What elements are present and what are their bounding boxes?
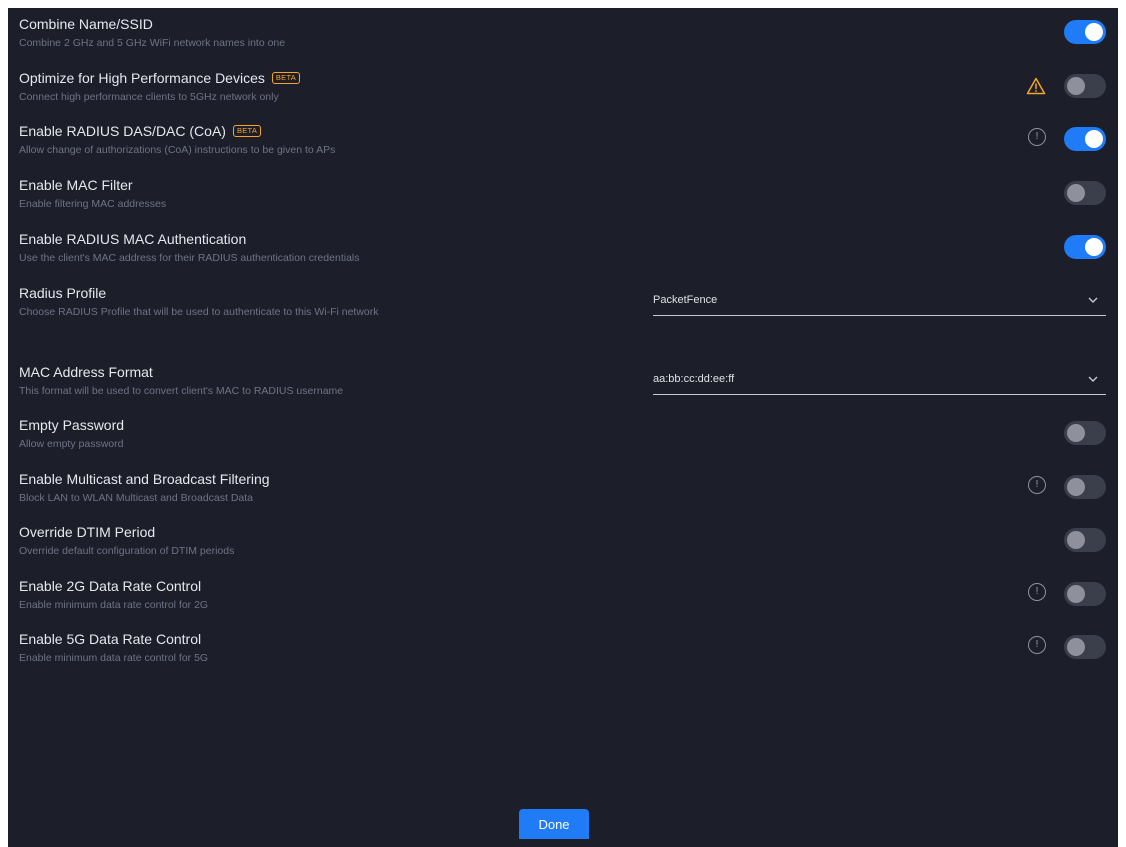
setting-description: Override default configuration of DTIM p…: [19, 545, 235, 557]
chevron-down-icon: [1088, 297, 1098, 303]
setting-title: Enable MAC Filter: [19, 177, 133, 193]
combine-name-ssid-toggle[interactable]: [1064, 20, 1106, 44]
toggle-knob: [1085, 23, 1103, 41]
setting-description: Allow change of authorizations (CoA) ins…: [19, 144, 336, 156]
beta-badge: BETA: [271, 72, 301, 84]
setting-description: Enable minimum data rate control for 5G: [19, 652, 209, 664]
setting-description: This format will be used to convert clie…: [19, 385, 344, 397]
selected-value: PacketFence: [653, 294, 718, 306]
setting-title: Combine Name/SSID: [19, 16, 153, 32]
setting-description: Combine 2 GHz and 5 GHz WiFi network nam…: [19, 37, 286, 49]
setting-description: Choose RADIUS Profile that will be used …: [19, 306, 379, 318]
selected-value: aa:bb:cc:dd:ee:ff: [653, 373, 735, 385]
toggle-knob: [1067, 638, 1085, 656]
setting-title: Enable Multicast and Broadcast Filtering: [19, 471, 270, 487]
toggle-knob: [1067, 531, 1085, 549]
info-icon[interactable]: !: [1028, 476, 1046, 494]
info-icon[interactable]: !: [1028, 636, 1046, 654]
setting-title: Enable 5G Data Rate Control: [19, 631, 202, 647]
override-dtim-toggle[interactable]: [1064, 528, 1106, 552]
radius-mac-auth-toggle[interactable]: [1064, 235, 1106, 259]
radius-profile-select[interactable]: PacketFence: [653, 287, 1106, 316]
info-icon[interactable]: !: [1028, 583, 1046, 601]
info-icon[interactable]: !: [1028, 128, 1046, 146]
setting-title: MAC Address Format: [19, 364, 153, 380]
setting-description: Use the client's MAC address for their R…: [19, 252, 360, 264]
toggle-knob: [1067, 77, 1085, 95]
mac-filter-toggle[interactable]: [1064, 181, 1106, 205]
mac-address-format-select[interactable]: aa:bb:cc:dd:ee:ff: [653, 366, 1106, 395]
toggle-knob: [1067, 184, 1085, 202]
done-button[interactable]: Done: [519, 809, 589, 839]
setting-title: Empty Password: [19, 417, 125, 433]
setting-description: Enable minimum data rate control for 2G: [19, 599, 209, 611]
optimize-high-performance-toggle[interactable]: [1064, 74, 1106, 98]
toggle-knob: [1067, 424, 1085, 442]
radius-das-dac-toggle[interactable]: [1064, 127, 1106, 151]
toggle-knob: [1085, 238, 1103, 256]
toggle-knob: [1085, 130, 1103, 148]
toggle-knob: [1067, 585, 1085, 603]
setting-description: Enable filtering MAC addresses: [19, 198, 167, 210]
empty-password-toggle[interactable]: [1064, 421, 1106, 445]
beta-badge: BETA: [232, 125, 262, 137]
5g-data-rate-control-toggle[interactable]: [1064, 635, 1106, 659]
setting-description: Connect high performance clients to 5GHz…: [19, 91, 279, 103]
chevron-down-icon: [1088, 376, 1098, 382]
setting-title: Override DTIM Period: [19, 524, 156, 540]
warning-icon[interactable]: [1026, 77, 1046, 95]
2g-data-rate-control-toggle[interactable]: [1064, 582, 1106, 606]
setting-title: Radius Profile: [19, 285, 107, 301]
setting-title: Optimize for High Performance Devices BET…: [19, 69, 301, 87]
setting-title: Enable 2G Data Rate Control: [19, 578, 202, 594]
toggle-knob: [1067, 478, 1085, 496]
setting-title: Enable RADIUS DAS/DAC (CoA) BETA: [19, 122, 262, 140]
setting-title: Enable RADIUS MAC Authentication: [19, 231, 247, 247]
multicast-broadcast-filtering-toggle[interactable]: [1064, 475, 1106, 499]
settings-panel: Combine Name/SSID Combine 2 GHz and 5 GH…: [8, 8, 1118, 847]
setting-description: Block LAN to WLAN Multicast and Broadcas…: [19, 492, 254, 504]
setting-description: Allow empty password: [19, 438, 124, 450]
